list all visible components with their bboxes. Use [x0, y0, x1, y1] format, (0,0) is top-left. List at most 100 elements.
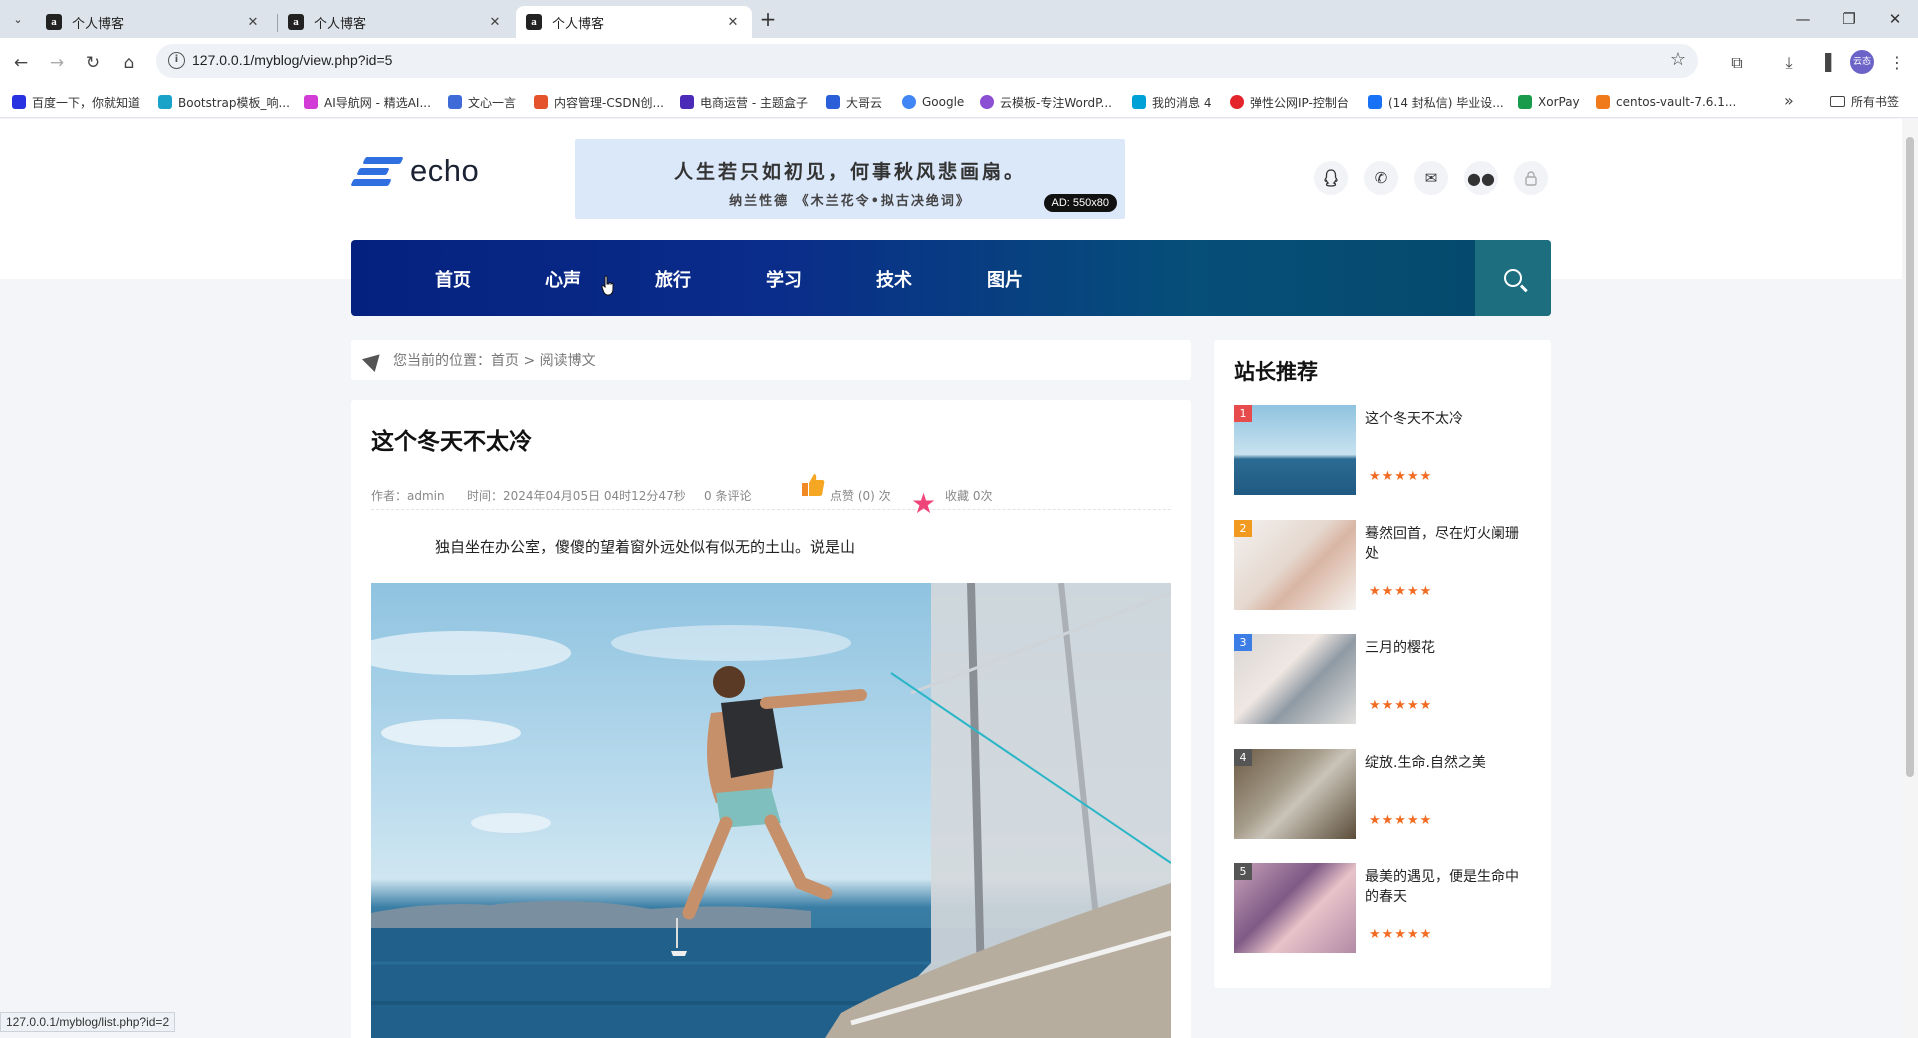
bookmark-label: 电商运营 - 主题盒子 [700, 95, 808, 110]
bookmark-favicon-icon [826, 95, 840, 109]
nav-voices[interactable]: 心声 [545, 266, 581, 292]
all-bookmarks-label: 所有书签 [1851, 95, 1900, 109]
location-arrow-icon [361, 347, 387, 373]
side-panel-icon[interactable]: ▐ [1812, 50, 1838, 76]
email-icon[interactable]: ✉ [1414, 161, 1448, 195]
recommend-title[interactable]: 三月的樱花 [1365, 638, 1525, 658]
recommend-item-4[interactable]: 4 绽放.生命.自然之美 ★★★★★ [1234, 749, 1534, 839]
breadcrumb: 您当前的位置：首页 > 阅读博文 [351, 340, 1191, 380]
reload-icon[interactable]: ↻ [80, 50, 106, 76]
home-icon[interactable]: ⌂ [116, 50, 142, 76]
bookmark-item[interactable]: centos-vault-7.6.1... [1596, 93, 1736, 111]
article-meta: 作者：admin 时间：2024年04月05日 04时12分47秒 0 条评论 … [371, 470, 1171, 520]
close-tab-icon[interactable]: ✕ [486, 15, 504, 30]
recommend-thumbnail [1234, 520, 1356, 610]
article-author: 作者：admin [371, 489, 445, 503]
bookmark-item[interactable]: 文心一言 [448, 93, 516, 111]
site-favicon-icon: a [526, 14, 542, 30]
phone-icon[interactable]: ✆ [1364, 161, 1398, 195]
recommend-item-5[interactable]: 5 最美的遇见，便是生命中的春天 ★★★★★ [1234, 863, 1534, 953]
breadcrumb-text: 您当前的位置：首页 > 阅读博文 [393, 353, 596, 369]
bookmark-label: 大哥云 [846, 95, 883, 110]
close-tab-icon[interactable]: ✕ [724, 15, 742, 30]
bookmark-star-icon[interactable]: ☆ [1670, 49, 1686, 70]
folder-icon [1830, 96, 1845, 107]
nav-travel[interactable]: 旅行 [655, 266, 691, 292]
all-bookmarks-button[interactable]: 所有书签 [1830, 93, 1899, 110]
article-likes: 点赞 (0) 次 [830, 489, 891, 503]
profile-avatar[interactable]: 云态 [1850, 50, 1874, 74]
bookmark-item[interactable]: 内容管理-CSDN创... [534, 93, 664, 111]
more-bookmarks-icon[interactable]: » [1784, 91, 1794, 110]
bookmark-item[interactable]: XorPay [1518, 93, 1580, 111]
page-scrollbar[interactable] [1902, 119, 1918, 1038]
site-favicon-icon: a [46, 14, 62, 30]
forward-arrow-icon[interactable]: → [44, 50, 70, 76]
recommend-title[interactable]: 蓦然回首，尽在灯火阑珊处 [1365, 524, 1525, 564]
rating-stars: ★★★★★ [1369, 698, 1433, 713]
bookmark-item[interactable]: 云模板-专注WordP... [980, 93, 1112, 111]
back-arrow-icon[interactable]: ← [8, 50, 34, 76]
browser-tab-2[interactable]: a 个人博客 ✕ [278, 6, 514, 38]
article-hero-image [371, 583, 1171, 1038]
bookmark-item[interactable]: 百度一下，你就知道 [12, 93, 140, 111]
rating-stars: ★★★★★ [1369, 584, 1433, 599]
browser-tab-3-active[interactable]: a 个人博客 ✕ [516, 6, 752, 38]
window-close-icon[interactable]: ✕ [1872, 6, 1918, 32]
bookmark-item[interactable]: 大哥云 [826, 93, 882, 111]
nav-home[interactable]: 首页 [435, 266, 471, 292]
search-icon [1504, 269, 1522, 287]
recommend-thumbnail [1234, 405, 1356, 495]
restore-icon[interactable]: ❐ [1826, 6, 1872, 32]
logo-mark-icon [350, 153, 404, 189]
more-menu-icon[interactable]: ⋮ [1884, 50, 1910, 76]
qq-icon[interactable] [1314, 161, 1348, 195]
nav-tech[interactable]: 技术 [876, 266, 912, 292]
article-comments[interactable]: 0 条评论 [704, 487, 751, 504]
download-icon[interactable]: ⤓ [1776, 50, 1802, 76]
tab-title: 个人博客 [314, 16, 367, 32]
bookmark-item[interactable]: 我的消息 4 [1132, 93, 1211, 111]
lock-icon[interactable] [1514, 161, 1548, 195]
bookmark-favicon-icon [1596, 95, 1610, 109]
recommend-item-3[interactable]: 3 三月的樱花 ★★★★★ [1234, 634, 1534, 724]
recommend-title[interactable]: 这个冬天不太冷 [1365, 409, 1525, 429]
minimize-icon[interactable]: — [1780, 6, 1826, 32]
banner-attribution: 纳兰性德 《木兰花令•拟古决绝词》 [729, 194, 971, 209]
bookmark-label: 我的消息 4 [1152, 95, 1212, 110]
bookmark-item[interactable]: AI导航网 - 精选AI... [304, 93, 431, 111]
browser-tab-1[interactable]: a 个人博客 ✕ [36, 6, 272, 38]
bookmark-item[interactable]: (14 封私信) 毕业设... [1368, 93, 1504, 111]
article-panel: 这个冬天不太冷 作者：admin 时间：2024年04月05日 04时12分47… [351, 400, 1191, 1038]
favorite-star-icon[interactable]: ★ [911, 487, 936, 520]
bookmark-item[interactable]: 电商运营 - 主题盒子 [680, 93, 808, 111]
bookmark-item[interactable]: 弹性公网IP-控制台 [1230, 93, 1349, 111]
scrollbar-thumb[interactable] [1906, 137, 1914, 777]
bookmark-label: 百度一下，你就知道 [32, 95, 141, 110]
close-tab-icon[interactable]: ✕ [244, 15, 262, 30]
ad-banner[interactable]: 人生若只如初见，何事秋风悲画扇。 纳兰性德 《木兰花令•拟古决绝词》 AD: 5… [575, 139, 1125, 219]
logo-text: echo [410, 153, 480, 188]
bookmark-label: 文心一言 [468, 95, 517, 110]
nav-study[interactable]: 学习 [766, 266, 802, 292]
nav-pictures[interactable]: 图片 [987, 266, 1023, 292]
bookmark-item[interactable]: Bootstrap模板_响... [158, 93, 290, 111]
bookmark-label: Google [922, 95, 965, 109]
recommend-title[interactable]: 最美的遇见，便是生命中的春天 [1365, 867, 1525, 907]
recommend-item-1[interactable]: 1 这个冬天不太冷 ★★★★★ [1234, 405, 1534, 495]
extensions-icon[interactable]: ⧉ [1724, 50, 1750, 76]
bookmark-favicon-icon [304, 95, 318, 109]
bookmark-item[interactable]: Google [902, 93, 964, 111]
tab-search-button[interactable]: ⌄ [6, 8, 30, 30]
url-text[interactable]: 127.0.0.1/myblog/view.php?id=5 [192, 52, 392, 68]
new-tab-button[interactable]: + [756, 8, 780, 32]
thumbs-up-icon[interactable] [801, 472, 825, 498]
recommend-item-2[interactable]: 2 蓦然回首，尽在灯火阑珊处 ★★★★★ [1234, 520, 1534, 610]
wechat-icon[interactable]: ●● [1464, 161, 1498, 195]
mouse-cursor-icon [601, 275, 614, 296]
recommend-title[interactable]: 绽放.生命.自然之美 [1365, 753, 1525, 773]
address-bar[interactable]: i 127.0.0.1/myblog/view.php?id=5 ☆ [156, 44, 1698, 78]
site-info-icon[interactable]: i [168, 52, 185, 69]
site-logo[interactable]: echo [350, 153, 480, 189]
search-button[interactable] [1475, 240, 1551, 316]
